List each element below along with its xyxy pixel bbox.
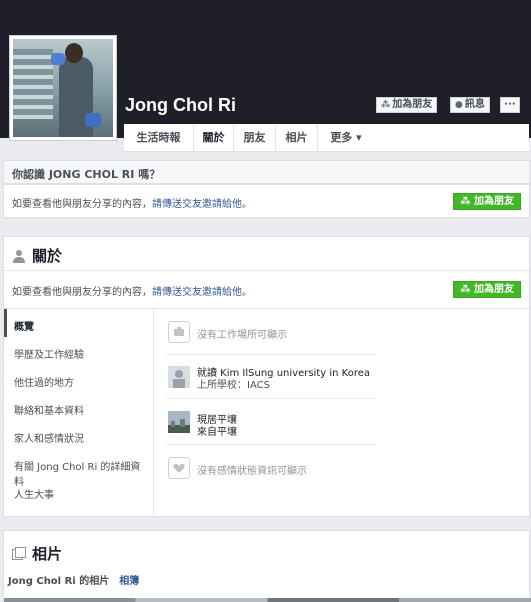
sidebar-item-life-events[interactable]: 人生大事 [4, 477, 153, 505]
person-icon [13, 250, 25, 263]
photos-subnav: Jong Chol Ri 的相片 相簿 [4, 568, 529, 591]
city-icon[interactable] [168, 411, 190, 433]
know-box-body: 如要查看他與朋友分享的內容，請傳送交友邀請給他。 ⁂ 加為朋友 [3, 184, 530, 218]
add-user-icon: ⁂ [460, 284, 474, 295]
profile-picture[interactable] [9, 35, 117, 141]
photos-icon [12, 547, 26, 560]
message-button[interactable]: ● 訊息 [450, 97, 490, 113]
heart-icon [168, 457, 190, 479]
tab-about[interactable]: 關於 [194, 124, 234, 152]
sidebar-item-education-work[interactable]: 學歷及工作經驗 [4, 337, 153, 365]
list-item: 就讀 Kim IlSung university in Korea 上所學校：I… [166, 355, 376, 399]
add-friend-green-button[interactable]: ⁂ 加為朋友 [453, 281, 521, 298]
profile-name[interactable]: Jong Chol Ri [125, 95, 236, 116]
photos-header: 相片 [4, 531, 529, 568]
sidebar-item-family[interactable]: 家人和感情狀況 [4, 421, 153, 449]
profile-tabs: 生活時報 關於 朋友 相片 更多 ▾ [124, 124, 529, 152]
about-section: 關於 如要查看他與朋友分享的內容，請傳送交友邀請給他。 ⁂ 加為朋友 概覽 學歷… [3, 236, 530, 517]
sidebar-item-contact-info[interactable]: 聯絡和基本資料 [4, 393, 153, 421]
send-request-link[interactable]: 請傳送交友邀請給他 [152, 199, 242, 210]
about-sidebar: 概覽 學歷及工作經驗 他住過的地方 聯絡和基本資料 家人和感情狀況 有關 Jon… [4, 309, 154, 516]
list-item: 沒有工作場所可顯示 [166, 309, 376, 355]
photos-section: 相片 Jong Chol Ri 的相片 相簿 [3, 530, 531, 602]
add-friend-green-button[interactable]: ⁂ 加為朋友 [453, 193, 521, 210]
photo-thumbnails-strip[interactable] [4, 598, 531, 602]
tab-photos[interactable]: 相片 [276, 124, 318, 152]
tab-timeline[interactable]: 生活時報 [124, 124, 194, 152]
list-item: 沒有感情狀態資訊可顯示 [166, 445, 376, 491]
sidebar-item-details[interactable]: 有關 Jong Chol Ri 的詳細資料 [4, 449, 153, 488]
albums-link[interactable]: 相簿 [119, 576, 139, 587]
photos-of-link[interactable]: Jong Chol Ri 的相片 [8, 576, 109, 587]
more-options-button[interactable]: ··· [500, 97, 520, 113]
tab-more[interactable]: 更多 ▾ [318, 124, 374, 152]
add-user-icon: ⁂ [381, 100, 391, 110]
list-item: 現居平壤 來自平壤 [166, 399, 376, 445]
add-friend-button[interactable]: ⁂ 加為朋友 [376, 97, 438, 113]
send-request-link[interactable]: 請傳送交友邀請給他 [152, 287, 242, 298]
about-overview-content: 沒有工作場所可顯示 就讀 Kim IlSung university in Ko… [166, 309, 376, 491]
about-header: 關於 [4, 237, 529, 271]
chat-bubble-icon: ● [455, 100, 463, 110]
school-icon[interactable] [168, 366, 190, 388]
sidebar-item-overview[interactable]: 概覽 [4, 309, 153, 337]
add-user-icon: ⁂ [460, 196, 474, 207]
briefcase-icon [168, 321, 190, 343]
know-box-heading: 你認識 JONG CHOL RI 嗎？ [3, 160, 530, 184]
about-notice: 如要查看他與朋友分享的內容，請傳送交友邀請給他。 ⁂ 加為朋友 [4, 271, 529, 309]
sidebar-item-places[interactable]: 他住過的地方 [4, 365, 153, 393]
tab-friends[interactable]: 朋友 [234, 124, 276, 152]
